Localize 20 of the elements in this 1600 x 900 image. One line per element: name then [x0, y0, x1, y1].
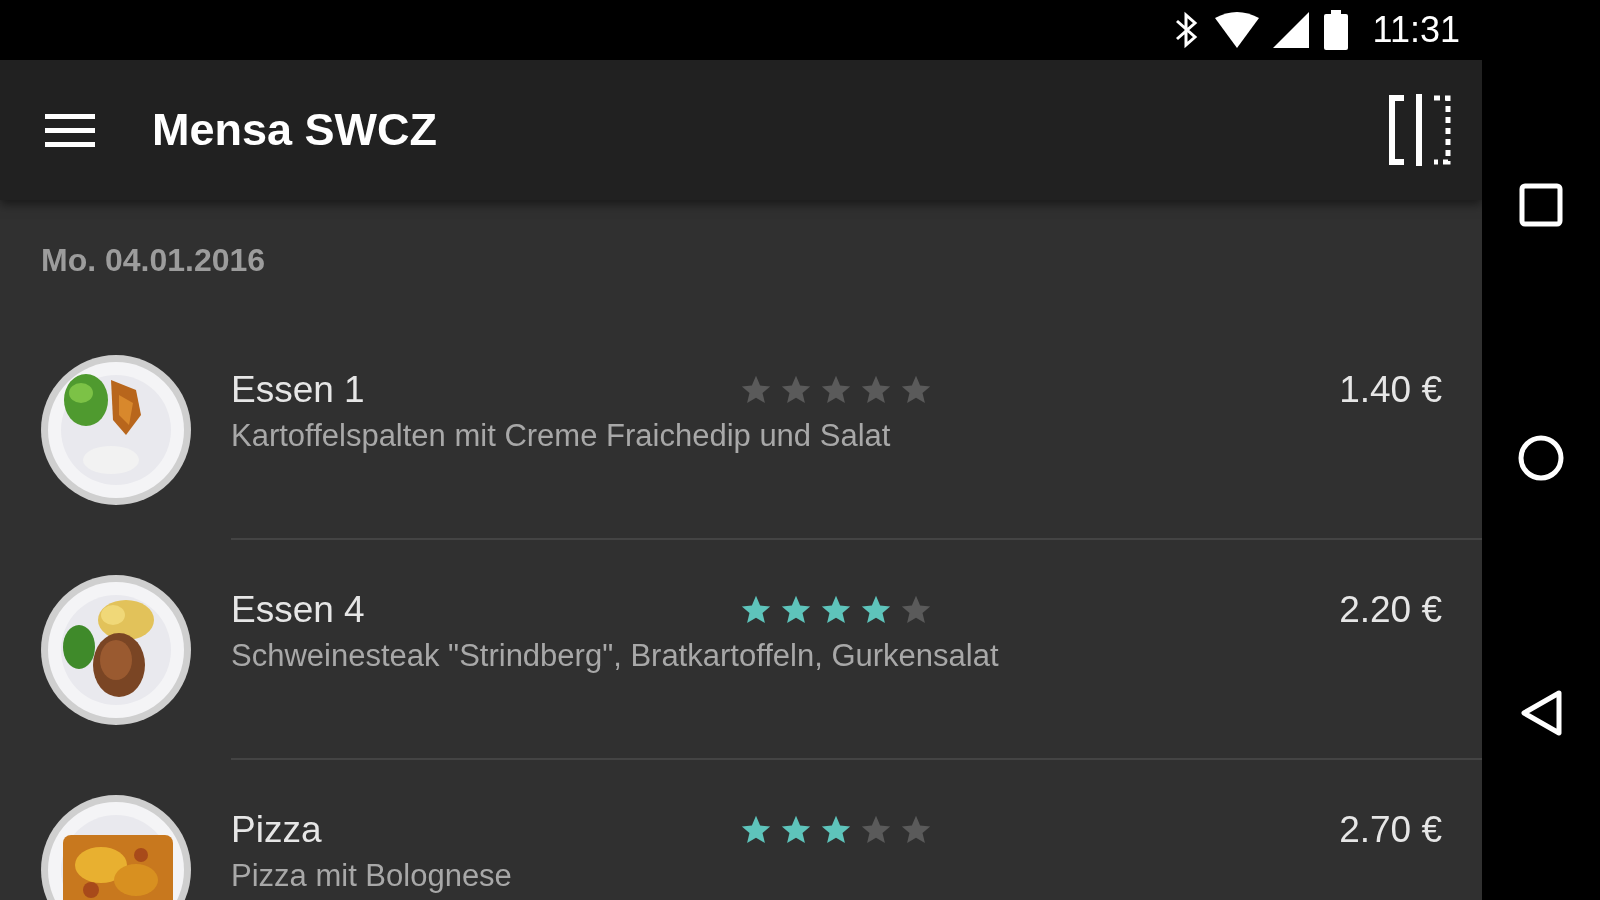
split-view-icon[interactable]	[1388, 94, 1452, 166]
meal-price: 1.40 €	[1339, 369, 1442, 411]
meal-name: Essen 1	[231, 369, 365, 411]
meal-description: Pizza mit Bolognese	[231, 859, 512, 893]
meal-description: Kartoffelspalten mit Creme Fraichedip und Salat	[231, 419, 891, 453]
recents-icon[interactable]	[1519, 183, 1563, 228]
home-icon[interactable]	[1517, 434, 1565, 482]
meal-price: 2.20 €	[1339, 589, 1442, 631]
app-title: Mensa SWCZ	[152, 104, 439, 156]
signal-icon	[1272, 12, 1309, 48]
battery-icon	[1322, 10, 1349, 50]
date-heading: Mo. 04.01.2016	[41, 241, 266, 279]
meal-name: Essen 4	[231, 589, 365, 631]
meal-name: Pizza	[231, 809, 322, 851]
wifi-icon	[1214, 12, 1259, 48]
meal-description: Schweinesteak "Strindberg", Bratkartoffeln, Gurkensalat	[231, 639, 999, 673]
menu-icon[interactable]	[45, 112, 95, 148]
clock-time: 11:31	[1372, 9, 1460, 51]
meal-price: 2.70 €	[1339, 809, 1442, 851]
back-icon[interactable]	[1519, 688, 1563, 737]
